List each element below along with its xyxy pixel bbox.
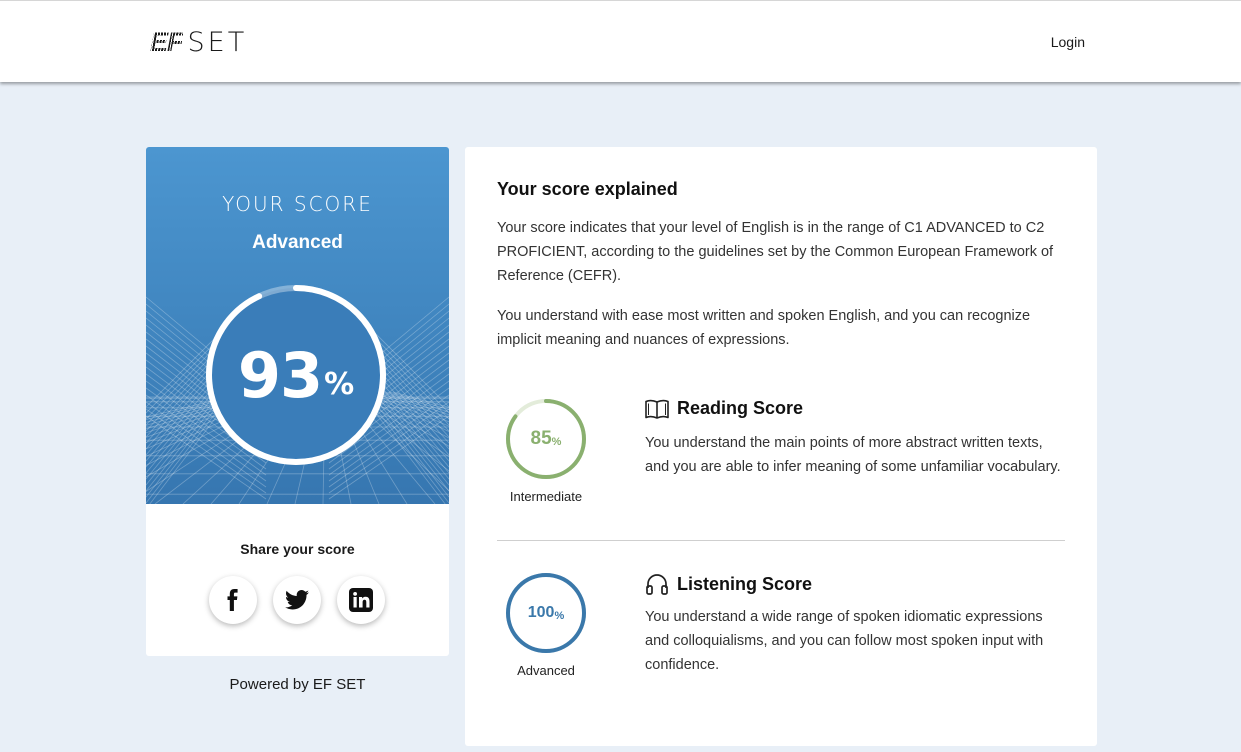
listening-score-description: You understand a wide range of spoken id… xyxy=(645,609,1044,673)
twitter-icon xyxy=(285,590,309,610)
overall-level: Advanced xyxy=(252,232,343,253)
listening-level: Advanced xyxy=(517,663,575,678)
top-navbar: EF SET Login xyxy=(0,0,1241,82)
score-explained-panel: Your score explained Your score indicate… xyxy=(465,147,1097,746)
listening-score-value: 100 % xyxy=(505,572,587,654)
explained-paragraph-1: Your score indicates that your level of … xyxy=(497,220,1054,284)
book-icon xyxy=(645,399,669,419)
reading-score-title: Reading Score xyxy=(645,398,803,419)
listening-score-number: 100 xyxy=(527,604,555,621)
share-title: Share your score xyxy=(240,541,355,557)
section-divider xyxy=(497,540,1065,541)
logo-set-text: SET xyxy=(187,26,248,58)
facebook-icon xyxy=(227,589,238,611)
headphones-icon xyxy=(646,574,668,595)
score-card: YOUR SCORE Advanced 93 % Share your scor… xyxy=(146,147,449,656)
explained-paragraph-2: You understand with ease most written an… xyxy=(497,308,1031,348)
linkedin-share-button[interactable] xyxy=(337,576,385,624)
reading-score-number: 85 xyxy=(530,428,552,449)
score-hero: YOUR SCORE Advanced 93 % xyxy=(146,147,449,504)
facebook-share-button[interactable] xyxy=(209,576,257,624)
explained-title: Your score explained xyxy=(497,179,678,199)
reading-score-unit: % xyxy=(551,435,562,448)
login-link[interactable]: Login xyxy=(1051,34,1085,50)
logo-ef-text: EF xyxy=(150,26,184,57)
reading-score-title-text: Reading Score xyxy=(677,398,804,418)
ef-set-logo[interactable]: EF SET xyxy=(150,26,248,58)
overall-score-number: 93 xyxy=(237,338,323,412)
listening-score-title: Listening Score xyxy=(645,572,812,596)
your-score-heading: YOUR SCORE xyxy=(222,192,373,216)
reading-score-value: 85 % xyxy=(505,398,587,480)
twitter-share-button[interactable] xyxy=(273,576,321,624)
reading-level: Intermediate xyxy=(509,489,583,504)
overall-score-value: 93 % xyxy=(204,283,388,467)
reading-score-description: You understand the main points of more a… xyxy=(645,435,1061,475)
overall-score-unit: % xyxy=(324,366,355,402)
linkedin-icon xyxy=(349,588,373,612)
listening-score-title-text: Listening Score xyxy=(677,573,813,594)
listening-score-unit: % xyxy=(554,609,565,622)
powered-by-text: Powered by EF SET xyxy=(229,676,366,693)
